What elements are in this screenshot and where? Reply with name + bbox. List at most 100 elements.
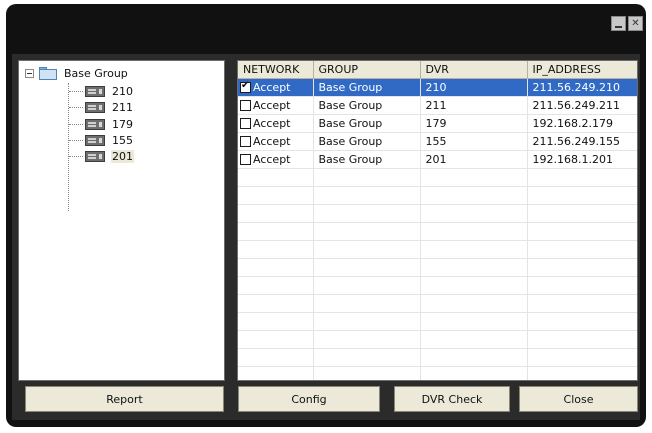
close-window-button[interactable]: ✕ (628, 16, 643, 31)
empty-cell (313, 258, 421, 277)
tree-connector (69, 90, 83, 92)
empty-cell (420, 222, 528, 241)
empty-cell (527, 348, 637, 367)
cell-group: Base Group (313, 78, 421, 97)
empty-cell (238, 294, 314, 313)
cell-dvr: 211 (420, 96, 528, 115)
cell-network: Accept (238, 96, 314, 115)
cell-dvr: 179 (420, 114, 528, 133)
cell-network: Accept (238, 132, 314, 151)
empty-cell (420, 186, 528, 205)
empty-cell (238, 276, 314, 295)
tree-item-label: 211 (112, 100, 133, 114)
dvr-table: NETWORK GROUP DVR IP_ADDRESS Accept Base … (238, 61, 637, 380)
row-checkbox[interactable] (240, 135, 251, 147)
table-row[interactable]: Accept Base Group210211.56.249.210 (238, 78, 637, 97)
cell-group: Base Group (313, 132, 421, 151)
column-header-network[interactable]: NETWORK (238, 61, 314, 79)
empty-row (238, 204, 637, 223)
empty-cell (420, 312, 528, 331)
title-bar: ✕ (6, 4, 646, 50)
empty-cell (238, 186, 314, 205)
tree-item-label: 155 (112, 133, 133, 147)
empty-cell (238, 240, 314, 259)
empty-row (238, 240, 637, 259)
empty-cell (313, 168, 421, 187)
empty-cell (313, 330, 421, 349)
column-header-dvr[interactable]: DVR (420, 61, 528, 79)
column-header-ip-address[interactable]: IP_ADDRESS (527, 61, 637, 79)
cell-dvr: 201 (420, 150, 528, 169)
table-row[interactable]: Accept Base Group 179 192.168.2.179 (238, 114, 637, 133)
empty-cell (313, 312, 421, 331)
empty-cell (420, 294, 528, 313)
empty-cell (527, 168, 637, 187)
network-status-text: Accept (253, 117, 291, 130)
empty-cell (238, 258, 314, 277)
empty-cell (420, 276, 528, 295)
table-row[interactable]: Accept Base Group 201 192.168.1.201 (238, 150, 637, 169)
collapse-icon[interactable] (25, 68, 34, 78)
tree-root-label: Base Group (64, 66, 128, 80)
dvr-device-icon (85, 84, 105, 99)
empty-cell (313, 240, 421, 259)
table-header-row: NETWORK GROUP DVR IP_ADDRESS (238, 61, 637, 79)
network-status-text: Accept (253, 153, 291, 166)
dvr-device-icon (85, 100, 105, 115)
cell-group: Base Group (313, 150, 421, 169)
dvr-check-button[interactable]: DVR Check (394, 386, 510, 412)
report-button[interactable]: Report (25, 386, 224, 412)
empty-cell (527, 312, 637, 331)
tree-connector (69, 106, 83, 108)
table-row[interactable]: Accept Base Group 211 211.56.249.211 (238, 96, 637, 115)
cell-ip-address: 192.168.2.179 (527, 114, 637, 133)
cell-network: Accept (238, 78, 314, 97)
empty-cell (238, 222, 314, 241)
empty-cell (420, 258, 528, 277)
empty-row (238, 330, 637, 349)
cell-ip-address: 192.168.1.201 (527, 150, 637, 169)
config-button[interactable]: Config (238, 386, 380, 412)
empty-cell (527, 204, 637, 223)
tree-item-dvr[interactable]: 155 (69, 132, 134, 148)
row-checkbox[interactable] (240, 80, 251, 93)
network-status-text: Accept (253, 135, 291, 148)
tree-item-label: 210 (112, 84, 133, 98)
tree-connector (69, 123, 83, 125)
empty-cell (527, 276, 637, 295)
close-icon: ✕ (631, 17, 640, 29)
folder-icon (39, 66, 57, 80)
empty-cell (313, 222, 421, 241)
empty-cell (238, 366, 314, 380)
tree-item-dvr[interactable]: 179 (69, 116, 134, 132)
column-header-group[interactable]: GROUP (313, 61, 421, 79)
table-row[interactable]: Accept Base Group 155 211.56.249.155 (238, 132, 637, 151)
row-checkbox[interactable] (240, 117, 251, 129)
empty-cell (420, 330, 528, 349)
network-status-text: Accept (253, 81, 291, 94)
empty-cell (238, 312, 314, 331)
empty-cell (420, 366, 528, 380)
tree-item-label: 179 (112, 117, 133, 131)
cell-ip-address: 211.56.249.210 (527, 78, 637, 97)
tree-connector (69, 139, 83, 141)
empty-cell (527, 294, 637, 313)
group-tree: Base Group 210 211 179 155 201 (18, 60, 225, 381)
tree-item-dvr[interactable]: 210 (69, 83, 134, 99)
empty-cell (313, 366, 421, 380)
empty-row (238, 222, 637, 241)
cell-dvr: 210 (420, 78, 528, 97)
dvr-device-icon (85, 133, 105, 148)
minimize-button[interactable] (611, 16, 626, 31)
cell-dvr: 155 (420, 132, 528, 151)
tree-item-dvr[interactable]: 211 (69, 99, 134, 115)
empty-cell (527, 258, 637, 277)
empty-cell (527, 240, 637, 259)
cell-network: Accept (238, 150, 314, 169)
tree-root-node[interactable]: Base Group (25, 65, 129, 81)
cell-network: Accept (238, 114, 314, 133)
tree-item-dvr[interactable]: 201 (69, 148, 134, 164)
row-checkbox[interactable] (240, 99, 251, 111)
row-checkbox[interactable] (240, 153, 251, 165)
close-button[interactable]: Close (519, 386, 638, 412)
